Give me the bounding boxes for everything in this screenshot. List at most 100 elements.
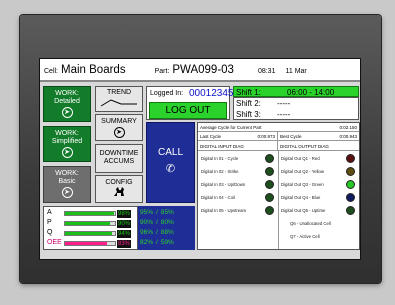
config-button[interactable]: CONFIG [95,175,143,203]
part-label: Part: [154,68,170,75]
arrow-right-icon: ➤ [113,127,125,138]
trend-line-icon [100,99,137,107]
stat-bar-fill [65,232,112,235]
arrow-right-icon: ➤ [61,187,73,198]
output-status-indicator [346,180,355,189]
stat-percent: 94% [117,230,132,238]
stat-bar-fill [65,242,107,245]
target-value: 80% [160,219,174,226]
target-value: 82% [140,239,154,246]
output-diag-label: Digital Out Q3 - Green [281,182,324,187]
stat-bar-fill [65,212,114,215]
logout-button[interactable]: LOG OUT [149,102,227,119]
output-status-indicator [346,154,355,163]
input-status-indicator [265,154,274,163]
input-status-indicator [265,180,274,189]
output-diag-title: DIGITAL OUTPUT DIAG [280,144,329,149]
logged-in-user: 00012345 [189,88,234,99]
trend-label: TREND [106,89,132,96]
work-simplified-button[interactable]: WORK: Simplified ➤ [43,126,91,162]
shift-label: Shift 3: [236,110,261,119]
cell-name: Main Boards [61,64,126,76]
shift-time: ----- [277,110,291,119]
target-value: 95% [140,209,154,216]
work-basic-button[interactable]: WORK: Basic ➤ [43,166,91,203]
call-button[interactable]: CALL ✆ [146,122,195,203]
best-cycle-value: 0:00.943 [339,134,357,139]
stat-bar [64,221,116,226]
avg-cycle-row: Average Cycle for Current Part 0:02.150 [198,123,359,132]
target-value: 85% [160,209,174,216]
shift-label: Shift 2: [236,99,261,108]
last-cycle-value: 0:00.973 [257,134,275,139]
trend-button[interactable]: TREND [95,86,143,112]
work-detailed-button[interactable]: WORK: Detailed ➤ [43,86,91,122]
shift-1-row: Shift 1: 06:00 - 14:00 [233,86,359,97]
output-diag-label: Digital Out Q1 - Red [281,156,320,161]
shift-2-3-box: Shift 2: ----- Shift 3: ----- [233,97,359,120]
stat-letter: A [47,209,52,216]
work-label: WORK: [55,130,79,137]
shift-label: Shift 1: [236,88,261,97]
header-bar: Cell: Main Boards Part: PWA099-03 08:31 … [40,59,360,82]
output-diag-label: Digital Out Q4 - Blue [281,195,321,200]
output-diag-label: Digital Out Q2 - Yellow [281,169,324,174]
summary-button[interactable]: SUMMARY ➤ [95,114,143,141]
output-diag-header: DIGITAL OUTPUT DIAG [278,141,359,151]
part-number: PWA099-03 [172,64,234,76]
stat-percent: 98% [117,210,132,218]
stat-letter: P [47,219,52,226]
work-mode-label: Simplified [51,138,83,145]
target-separator: / [156,219,158,226]
summary-label: SUMMARY [101,118,137,125]
stat-bar [64,211,116,216]
target-row: 82%/59% [140,239,174,246]
logged-in-label: Logged In: [150,90,184,97]
clock-time: 08:31 [257,68,276,75]
work-label: WORK: [55,90,79,97]
target-separator: / [156,239,158,246]
config-label: CONFIG [105,179,133,186]
target-row: 90%/80% [140,219,174,226]
arrow-right-icon: ➤ [61,107,73,118]
target-row: 96%/88% [140,229,174,236]
output-diag-label: Digital Out Q5 - Uptime [281,208,326,213]
stat-letter: OEE [47,239,62,246]
stat-percent: 83% [117,240,132,248]
input-diag-label: Digital In 04 - Coil [201,195,235,200]
stat-bar [64,231,116,236]
stat-percent: 90% [117,220,132,228]
downtime-label: DOWNTIME [99,150,139,157]
target-value: 88% [160,229,174,236]
target-value: 90% [140,219,154,226]
clock-date: 11 Mar [285,68,307,75]
target-row: 95%/85% [140,209,174,216]
input-diag-label: Digital In 05 - Upstream [201,208,247,213]
target-value: 96% [140,229,154,236]
input-diag-label: Digital In 03 - Up/Down [201,182,246,187]
avg-cycle-value: 0:02.150 [339,125,357,130]
diagnostics-panel: Average Cycle for Current Part 0:02.150 … [197,122,360,250]
stat-bar-fill [65,222,110,225]
input-diag-label: Digital In 01 - Cycle [201,156,239,161]
targets-panel: 95%/85% 90%/80% 96%/88% 82%/59% [138,206,195,250]
best-cycle-label: Best Cycle [280,134,302,139]
accums-label: ACCUMS [103,158,135,165]
target-value: 59% [160,239,174,246]
cell-label: Cell: [44,68,59,75]
wrench-icon [114,187,124,196]
target-separator: / [156,229,158,236]
input-diag-label: Digital In 02 - Strike [201,169,239,174]
input-diag-title: DIGITAL INPUT DIAG [200,144,244,149]
oee-stats-panel: A 98% P 90% Q 94% OEE 83% [43,206,138,250]
output-status-indicator [346,167,355,176]
diag-divider [278,151,279,249]
input-diag-header: DIGITAL INPUT DIAG [198,141,278,151]
work-label: WORK: [55,170,79,177]
downtime-accums-button[interactable]: DOWNTIME ACCUMS [95,144,143,173]
output-status-indicator [346,206,355,215]
output-diag-label: Q7 - Active Cell [290,234,320,239]
call-label: CALL [157,147,183,158]
best-cycle-row: Best Cycle 0:00.943 [278,132,359,141]
input-status-indicator [265,167,274,176]
